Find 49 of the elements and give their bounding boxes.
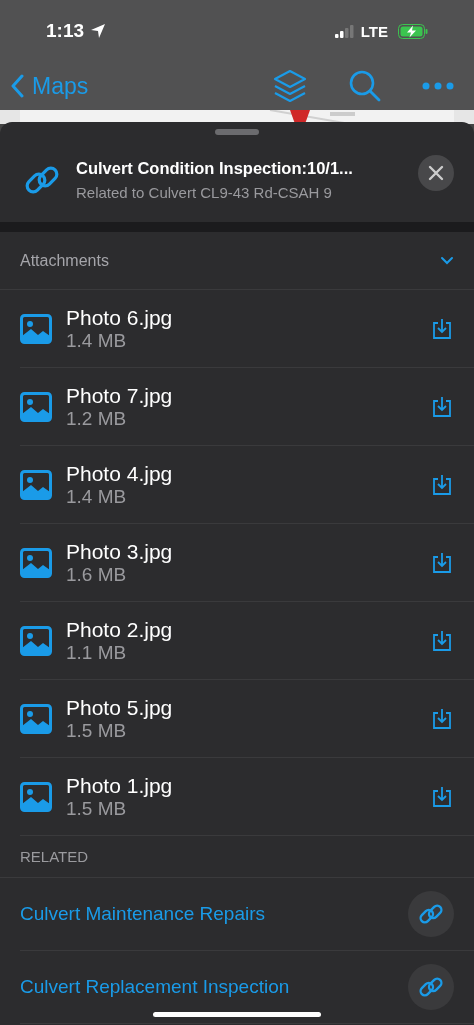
record-title: Culvert Condition Inspection:10/1... [76, 159, 354, 178]
chevron-left-icon [10, 74, 24, 98]
related-link[interactable]: Culvert Maintenance Repairs [20, 903, 265, 925]
layers-icon[interactable] [272, 68, 308, 104]
file-name[interactable]: Photo 2.jpg [66, 617, 418, 642]
image-icon [20, 469, 52, 500]
network-label: LTE [360, 22, 388, 40]
clock-time: 1:13 [46, 20, 85, 42]
download-icon[interactable] [432, 551, 452, 574]
file-name[interactable]: Photo 6.jpg [66, 305, 418, 330]
location-arrow-icon [90, 23, 107, 39]
link-button[interactable] [408, 891, 454, 937]
attachments-header[interactable]: Attachments [0, 232, 474, 290]
file-size: 1.4 MB [66, 329, 128, 352]
download-icon[interactable] [432, 785, 452, 808]
related-heading: RELATED [0, 836, 474, 878]
download-icon[interactable] [432, 629, 452, 652]
file-size: 1.5 MB [66, 797, 128, 820]
file-name[interactable]: Photo 3.jpg [66, 539, 418, 564]
file-name[interactable]: Photo 1.jpg [66, 773, 418, 798]
download-icon[interactable] [432, 707, 452, 730]
close-icon [428, 165, 444, 181]
record-subtitle: Related to Culvert CL9-43 Rd-CSAH 9 [76, 184, 333, 201]
file-size: 1.2 MB [66, 407, 128, 430]
link-button[interactable] [408, 964, 454, 1010]
chevron-icon [440, 255, 454, 266]
download-icon[interactable] [432, 395, 452, 418]
related-link[interactable]: Culvert Replacement Inspection [20, 976, 290, 998]
file-size: 1.1 MB [66, 641, 128, 664]
file-name[interactable]: Photo 7.jpg [66, 383, 418, 408]
image-icon [20, 547, 52, 578]
signal-icon [334, 24, 355, 38]
download-icon[interactable] [432, 473, 452, 496]
battery-charging-icon [398, 23, 428, 39]
image-icon [20, 313, 52, 344]
image-icon [20, 703, 52, 734]
drag-handle[interactable] [215, 129, 259, 135]
download-icon[interactable] [432, 317, 452, 340]
file-size: 1.6 MB [66, 563, 128, 586]
more-icon[interactable] [422, 82, 454, 90]
image-icon [20, 781, 52, 812]
search-icon[interactable] [348, 69, 382, 103]
image-icon [20, 391, 52, 422]
file-name[interactable]: Photo 4.jpg [66, 461, 418, 486]
file-size: 1.4 MB [66, 485, 128, 508]
file-name[interactable]: Photo 5.jpg [66, 695, 418, 720]
close-button[interactable] [418, 155, 454, 191]
file-size: 1.5 MB [66, 719, 128, 742]
image-icon [20, 625, 52, 656]
